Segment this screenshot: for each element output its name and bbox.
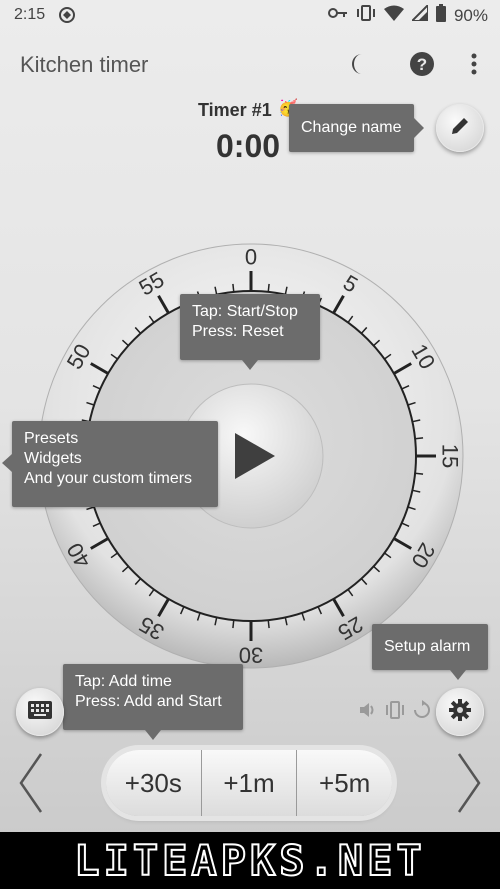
tooltip-start-stop: Tap: Start/Stop Press: Reset: [180, 294, 320, 370]
tooltip-change-name-text: Change name: [301, 119, 402, 136]
next-timer-icon[interactable]: [456, 752, 482, 819]
dial-minor-tick: [267, 620, 270, 629]
battery-icon: [435, 4, 446, 27]
vibrate-alarm-icon: [384, 700, 406, 725]
add-30s-button[interactable]: +30s: [106, 750, 202, 816]
watermark-text: LITEAPKS.NET: [73, 835, 426, 886]
status-icons: 90%: [327, 2, 488, 27]
dial-minor-tick: [415, 472, 424, 475]
tooltip-setup-alarm: Setup alarm: [372, 624, 488, 680]
alarm-options: [358, 700, 432, 725]
tooltip-setup-alarm-text: Setup alarm: [384, 638, 471, 655]
tooltip-presets-line2: Widgets: [24, 450, 82, 467]
previous-timer-icon[interactable]: [18, 752, 44, 819]
dial-label-0: 0: [245, 245, 257, 270]
wifi-icon: [383, 5, 404, 26]
battery-level: 90%: [453, 5, 488, 25]
quick-add-group: +30s +1m +5m: [106, 750, 392, 816]
key-icon: [327, 6, 348, 25]
keyboard-icon: [28, 700, 52, 724]
add-5m-button[interactable]: +5m: [297, 750, 392, 816]
tooltip-add-time-line1: Tap: Add time: [75, 673, 172, 690]
dial-label-15: 15: [438, 444, 463, 468]
vibrate-icon: [356, 5, 376, 26]
dial-minor-tick: [415, 437, 424, 440]
tooltip-add-time: Tap: Add time Press: Add and Start: [63, 664, 243, 740]
dial-minor-tick: [232, 283, 235, 292]
tooltip-presets-line1: Presets: [24, 430, 79, 447]
vpn-icon: [58, 6, 76, 29]
status-time: 2:15: [14, 6, 46, 23]
watermark-banner: LITEAPKS.NET: [0, 832, 500, 889]
volume-icon: [358, 700, 378, 725]
svg-text:?: ?: [417, 55, 427, 74]
app-title: Kitchen timer: [20, 52, 149, 77]
keyboard-button[interactable]: [16, 688, 64, 736]
tooltip-presets-line3: And your custom timers: [24, 470, 193, 487]
settings-button[interactable]: [436, 688, 484, 736]
dial-minor-tick: [267, 283, 270, 292]
tooltip-presets: Presets Widgets And your custom timers: [2, 421, 218, 507]
tooltip-add-time-line2: Press: Add and Start: [75, 693, 222, 710]
repeat-icon: [412, 700, 432, 725]
pencil-icon: [450, 116, 470, 141]
gear-icon: [448, 698, 472, 727]
add-1m-button[interactable]: +1m: [202, 750, 298, 816]
signal-icon: [409, 2, 429, 26]
more-vert-icon[interactable]: [460, 50, 488, 78]
tooltip-start-stop-line2: Press: Reset: [192, 323, 284, 340]
dial-minor-tick: [232, 620, 235, 629]
night-mode-icon[interactable]: [350, 50, 378, 78]
status-bar: 2:15 90%: [0, 0, 500, 32]
tooltip-change-name: Change name: [289, 104, 424, 152]
timer-name[interactable]: Timer #1: [198, 100, 272, 121]
help-icon[interactable]: ?: [408, 50, 436, 78]
timer-value: 0:00: [216, 128, 281, 164]
app-bar: Kitchen timer ?: [0, 38, 500, 90]
edit-name-button[interactable]: [436, 104, 484, 152]
tooltip-start-stop-line1: Tap: Start/Stop: [192, 303, 298, 320]
